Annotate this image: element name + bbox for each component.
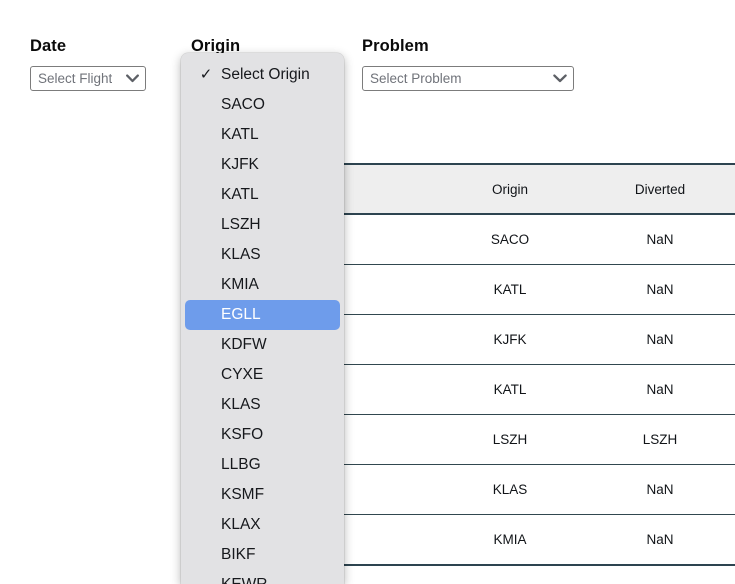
cell-origin: KJFK: [435, 314, 585, 365]
origin-option-label: Select Origin: [221, 66, 310, 83]
chevron-down-icon: [553, 74, 567, 83]
cell-origin: KMIA: [435, 514, 585, 566]
chevron-down-icon: [126, 74, 139, 83]
origin-option-label: KLAS: [221, 396, 261, 413]
date-select-value: Select Flight: [38, 71, 113, 86]
origin-option-katl[interactable]: KATL: [185, 180, 340, 210]
cell-diverted: NaN: [585, 214, 735, 265]
date-label: Date: [30, 37, 67, 55]
origin-option-egll[interactable]: EGLL: [185, 300, 340, 330]
origin-option-cyxe[interactable]: CYXE: [185, 360, 340, 390]
origin-option-katl[interactable]: KATL: [185, 120, 340, 150]
origin-option-label: SACO: [221, 96, 265, 113]
origin-option-llbg[interactable]: LLBG: [185, 450, 340, 480]
origin-option-kjfk[interactable]: KJFK: [185, 150, 340, 180]
origin-option-kdfw[interactable]: KDFW: [185, 330, 340, 360]
origin-option-lszh[interactable]: LSZH: [185, 210, 340, 240]
filter-bar: Date Select Flight Origin Problem Select…: [0, 0, 735, 120]
origin-option-saco[interactable]: SACO: [185, 90, 340, 120]
origin-dropdown-menu[interactable]: ✓ Select Origin SACO KATL KJFK KATL LSZH KLAS KM…: [181, 53, 344, 584]
app-root: Date Select Flight Origin Problem Select…: [0, 0, 735, 584]
origin-option-label: BIKF: [221, 546, 256, 563]
problem-select[interactable]: Select Problem: [362, 66, 574, 91]
origin-option-label: EGLL: [221, 306, 261, 323]
column-header-origin[interactable]: Origin: [435, 163, 585, 215]
origin-option-klax[interactable]: KLAX: [185, 510, 340, 540]
problem-label: Problem: [362, 37, 429, 55]
origin-option-label: KEWR: [221, 576, 268, 584]
origin-option-klas[interactable]: KLAS: [185, 240, 340, 270]
cell-origin: KATL: [435, 264, 585, 315]
cell-origin: KLAS: [435, 464, 585, 515]
origin-option-ksfo[interactable]: KSFO: [185, 420, 340, 450]
cell-diverted: NaN: [585, 314, 735, 365]
cell-diverted: LSZH: [585, 414, 735, 465]
cell-origin: SACO: [435, 214, 585, 265]
cell-diverted: NaN: [585, 464, 735, 515]
cell-diverted: NaN: [585, 514, 735, 566]
origin-option-label: KMIA: [221, 276, 259, 293]
origin-option-ksmf[interactable]: KSMF: [185, 480, 340, 510]
origin-option-label: KSFO: [221, 426, 264, 443]
cell-origin: LSZH: [435, 414, 585, 465]
origin-option-label: KJFK: [221, 156, 259, 173]
origin-option-label: CYXE: [221, 366, 264, 383]
origin-option-klas[interactable]: KLAS: [185, 390, 340, 420]
origin-option-label: KLAX: [221, 516, 261, 533]
filter-group-problem: Problem Select Problem: [362, 36, 574, 91]
cell-origin: KATL: [435, 364, 585, 415]
origin-option-label: KSMF: [221, 486, 265, 503]
origin-option-label: KATL: [221, 186, 259, 203]
origin-option-label: KLAS: [221, 246, 261, 263]
filter-group-date: Date Select Flight: [30, 36, 146, 91]
date-select[interactable]: Select Flight: [30, 66, 146, 91]
cell-diverted: NaN: [585, 364, 735, 415]
origin-option-select-origin[interactable]: ✓ Select Origin: [185, 60, 340, 90]
origin-option-label: KDFW: [221, 336, 267, 353]
origin-option-label: LLBG: [221, 456, 261, 473]
origin-option-label: LSZH: [221, 216, 261, 233]
check-icon: ✓: [199, 66, 213, 83]
origin-option-kewr[interactable]: KEWR: [185, 570, 340, 584]
problem-select-value: Select Problem: [370, 71, 462, 86]
origin-option-kmia[interactable]: KMIA: [185, 270, 340, 300]
column-header-diverted[interactable]: Diverted: [585, 163, 735, 215]
origin-option-bikf[interactable]: BIKF: [185, 540, 340, 570]
origin-option-label: KATL: [221, 126, 259, 143]
cell-diverted: NaN: [585, 264, 735, 315]
